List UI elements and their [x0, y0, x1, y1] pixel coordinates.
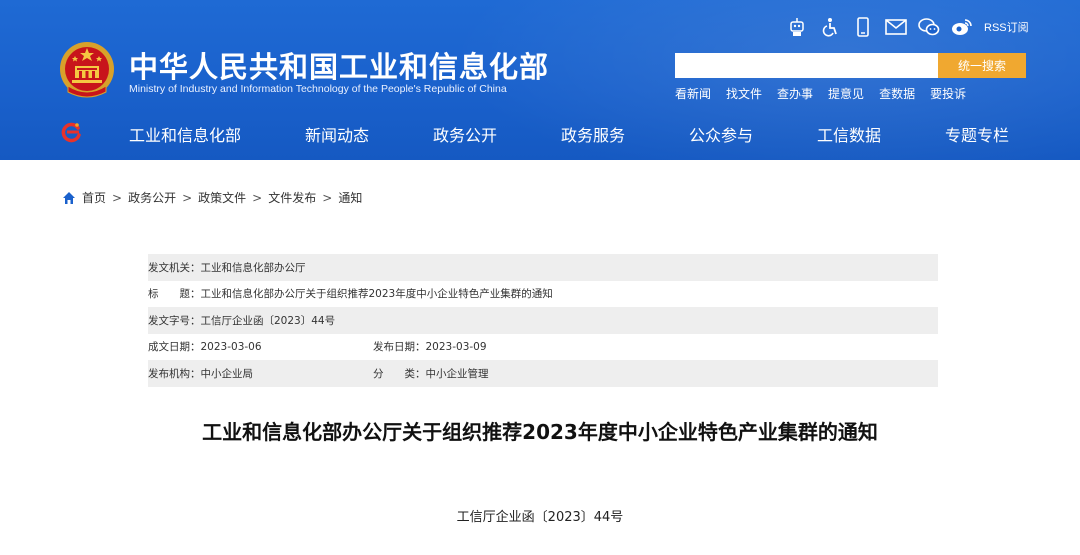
nav-item-gov-services[interactable]: 政务服务 — [561, 122, 625, 146]
robot-icon[interactable] — [786, 16, 808, 38]
wechat-icon[interactable] — [918, 16, 940, 38]
nav-item-news[interactable]: 新闻动态 — [305, 122, 369, 146]
accessibility-icon[interactable] — [819, 16, 841, 38]
rss-subscribe-link[interactable]: RSS订阅 — [984, 19, 1029, 35]
breadcrumb-separator: > — [182, 190, 193, 205]
meta-publisher: 发布机构：中小企业局 — [148, 367, 253, 380]
meta-category: 分 类：中小企业管理 — [373, 367, 489, 380]
meta-doc-number: 发文字号：工信厅企业函〔2023〕44号 — [148, 314, 336, 327]
meta-row-title: 标 题：工业和信息化部办公厅关于组织推荐2023年度中小企业特色产业集群的通知 — [148, 281, 938, 308]
meta-row-issuer: 发文机关：工业和信息化部办公厅 — [148, 254, 938, 281]
meta-row-dates: 成文日期：2023-03-06 发布日期：2023-03-09 — [148, 334, 938, 361]
site-subtitle: Ministry of Industry and Information Tec… — [129, 83, 507, 95]
nav-item-public-participation[interactable]: 公众参与 — [689, 122, 753, 146]
unified-search-button[interactable]: 统一搜索 — [938, 53, 1026, 78]
meta-written-date: 成文日期：2023-03-06 — [148, 341, 262, 354]
nav-item-ministry[interactable]: 工业和信息化部 — [129, 122, 241, 146]
mail-icon[interactable] — [885, 16, 907, 38]
main-nav: 工业和信息化部 新闻动态 政务公开 政务服务 公众参与 工信数据 专题专栏 — [0, 112, 1080, 152]
search-input[interactable] — [675, 53, 938, 78]
quick-link-files[interactable]: 找文件 — [726, 85, 762, 102]
site-header: 中华人民共和国工业和信息化部 Ministry of Industry and … — [0, 0, 1080, 160]
quick-link-feedback[interactable]: 提意见 — [828, 85, 864, 102]
breadcrumb-separator: > — [322, 190, 333, 205]
breadcrumb-public-affairs[interactable]: 政务公开 — [128, 189, 176, 206]
meta-row-publisher: 发布机构：中小企业局 分 类：中小企业管理 — [148, 360, 938, 387]
meta-row-doc-no: 发文字号：工信厅企业函〔2023〕44号 — [148, 307, 938, 334]
top-utility-bar: RSS订阅 — [786, 15, 1029, 39]
document-number: 工信厅企业函〔2023〕44号 — [456, 510, 624, 525]
nav-item-data[interactable]: 工信数据 — [817, 122, 881, 146]
quick-link-news[interactable]: 看新闻 — [675, 85, 711, 102]
mobile-icon[interactable] — [852, 16, 874, 38]
breadcrumb-separator: > — [252, 190, 263, 205]
nav-item-public-affairs[interactable]: 政务公开 — [433, 122, 497, 146]
breadcrumb-policy-files[interactable]: 政策文件 — [198, 189, 246, 206]
meta-title: 标 题：工业和信息化部办公厅关于组织推荐2023年度中小企业特色产业集群的通知 — [148, 288, 553, 301]
document-title: 工业和信息化部办公厅关于组织推荐2023年度中小企业特色产业集群的通知 — [202, 420, 878, 444]
weibo-icon[interactable] — [951, 16, 973, 38]
breadcrumb-separator: > — [112, 190, 123, 205]
home-icon[interactable] — [62, 191, 76, 205]
document-meta-table: 发文机关：工业和信息化部办公厅 标 题：工业和信息化部办公厅关于组织推荐2023… — [148, 254, 938, 387]
quick-links: 看新闻 找文件 查办事 提意见 查数据 要投诉 — [675, 85, 981, 102]
site-title[interactable]: 中华人民共和国工业和信息化部 — [129, 44, 549, 86]
national-emblem-icon[interactable] — [58, 40, 116, 100]
meta-publish-date: 发布日期：2023-03-09 — [373, 341, 487, 354]
meta-issuer: 发文机关：工业和信息化部办公厅 — [148, 261, 306, 274]
nav-item-special-topics[interactable]: 专题专栏 — [945, 122, 1009, 146]
breadcrumb-file-release[interactable]: 文件发布 — [268, 189, 316, 206]
breadcrumb: 首页 > 政务公开 > 政策文件 > 文件发布 > 通知 — [62, 189, 362, 206]
quick-link-complaint[interactable]: 要投诉 — [930, 85, 966, 102]
breadcrumb-home[interactable]: 首页 — [82, 189, 106, 206]
quick-link-data[interactable]: 查数据 — [879, 85, 915, 102]
quick-link-services[interactable]: 查办事 — [777, 85, 813, 102]
breadcrumb-notice[interactable]: 通知 — [338, 189, 362, 206]
